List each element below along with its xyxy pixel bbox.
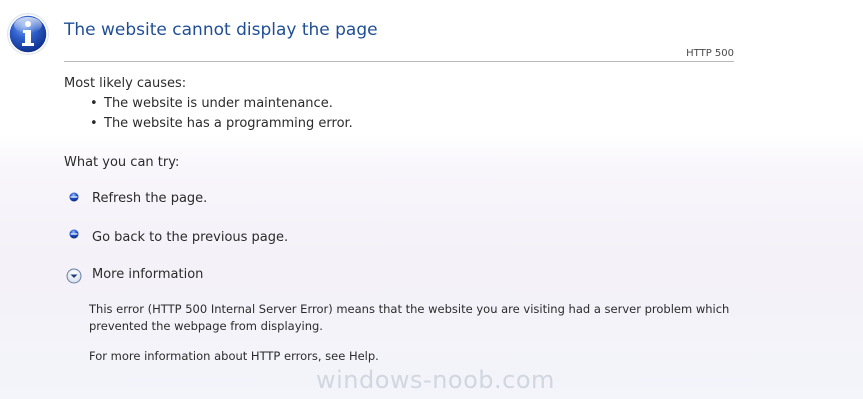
http-status-code: HTTP 500 [686, 48, 734, 59]
bullet-dot: • [90, 96, 98, 111]
bullet-dot: • [90, 116, 98, 131]
cause-text: The website is under maintenance. [104, 96, 333, 111]
error-explanation: This error (HTTP 500 Internal Server Err… [89, 302, 730, 333]
more-information-toggle[interactable]: More information [92, 267, 203, 282]
chevron-down-icon[interactable] [66, 268, 82, 284]
help-info-text: For more information about HTTP errors, … [89, 349, 379, 363]
cause-text: The website has a programming error. [104, 116, 353, 131]
refresh-page-link[interactable]: Refresh the page. [92, 191, 207, 206]
cause-item: • The website is under maintenance. [90, 96, 333, 111]
info-icon [7, 13, 49, 55]
go-back-link[interactable]: Go back to the previous page. [92, 230, 288, 245]
blue-bullet-icon [69, 229, 79, 239]
title-divider [64, 61, 734, 62]
try-heading: What you can try: [64, 155, 180, 170]
cause-item: • The website has a programming error. [90, 116, 353, 131]
causes-heading: Most likely causes: [64, 76, 187, 91]
blue-bullet-icon [69, 192, 79, 202]
watermark: windows-noob.com [316, 366, 555, 394]
page-title: The website cannot display the page [64, 20, 378, 40]
